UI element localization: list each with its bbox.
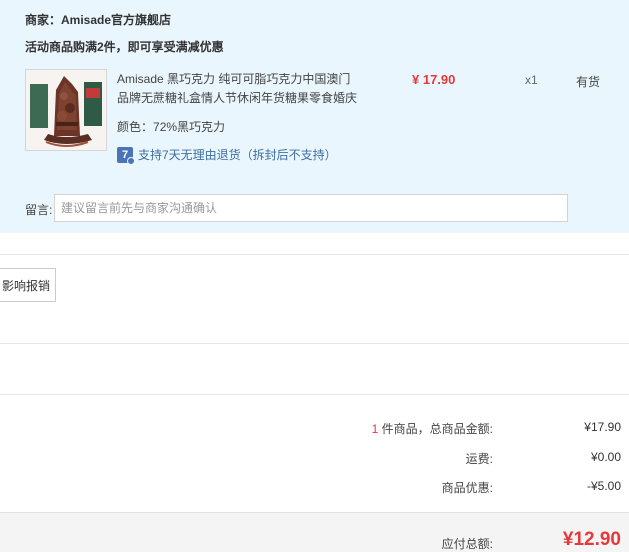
note-input[interactable] bbox=[54, 194, 568, 222]
discount-value: -¥5.00 bbox=[586, 479, 621, 493]
color-value: 72%黑巧克力 bbox=[153, 120, 226, 134]
total-bar: 应付总额: ¥12.90 bbox=[0, 512, 629, 552]
invoice-reimbursement-button[interactable]: 影响报销 bbox=[0, 268, 56, 302]
merchant-name[interactable]: Amisade官方旗舰店 bbox=[61, 13, 171, 27]
quantity: x1 bbox=[525, 73, 538, 87]
product-thumbnail[interactable] bbox=[25, 69, 107, 151]
seven-day-return-icon: 7 bbox=[117, 146, 135, 165]
merchant-line: 商家：Amisade官方旗舰店 bbox=[25, 11, 171, 28]
goods-amount-value: ¥17.90 bbox=[584, 420, 621, 434]
divider bbox=[0, 343, 629, 344]
color-label: 颜色： bbox=[117, 120, 154, 134]
chocolate-product-image bbox=[26, 70, 106, 150]
promo-text: 活动商品购满2件，即可享受满减优惠 bbox=[25, 40, 224, 54]
invoice-button-label: 影响报销 bbox=[1, 278, 50, 293]
merchant-label: 商家： bbox=[25, 13, 62, 27]
note-label: 留言: bbox=[25, 203, 53, 217]
shipping-label: 运费: bbox=[465, 452, 493, 466]
goods-amount-label: 1 件商品，总商品金额: bbox=[372, 420, 493, 437]
color-spec: 颜色：72%黑巧克力 bbox=[117, 118, 225, 135]
stock-status: 有货 bbox=[576, 75, 601, 89]
return-policy-text: 支持7天无理由退货（拆封后不支持） bbox=[138, 148, 337, 162]
discount-label: 商品优惠: bbox=[441, 481, 493, 495]
shop-order-panel: 商家：Amisade官方旗舰店 活动商品购满2件，即可享受满减优惠 Amisad… bbox=[0, 0, 629, 233]
total-label: 应付总额: bbox=[441, 537, 493, 551]
unit-price: ¥ 17.90 bbox=[412, 72, 456, 87]
shipping-value: ¥0.00 bbox=[590, 450, 621, 464]
item-count-suffix: 件商品，总商品金额: bbox=[378, 422, 493, 436]
return-policy: 7 支持7天无理由退货（拆封后不支持） bbox=[117, 146, 337, 165]
total-value: ¥12.90 bbox=[562, 529, 621, 550]
divider bbox=[0, 394, 629, 395]
divider bbox=[0, 254, 629, 255]
product-title[interactable]: Amisade 黑巧克力 纯可可脂巧克力中国澳门品牌无蔗糖礼盒情人节休闲年货糖果… bbox=[117, 70, 362, 108]
